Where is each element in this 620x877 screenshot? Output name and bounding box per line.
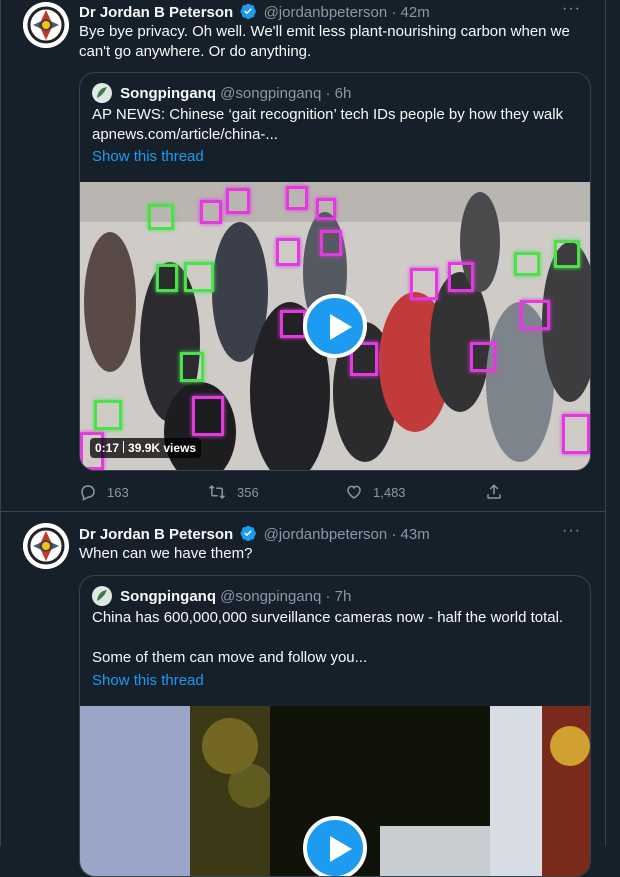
more-icon[interactable]: ··· (562, 0, 581, 18)
avatar[interactable] (23, 523, 69, 569)
face-detection-box (226, 188, 250, 214)
play-icon (330, 836, 352, 862)
avatar-image (23, 523, 69, 569)
face-detection-box (192, 396, 224, 436)
face-detection-box (148, 204, 174, 230)
author-handle[interactable]: @jordanbpeterson (264, 526, 388, 543)
retweet-count: 356 (237, 484, 259, 500)
face-detection-box (562, 414, 590, 454)
author-handle[interactable]: @jordanbpeterson (264, 4, 388, 21)
quoted-avatar (92, 83, 112, 103)
author-name[interactable]: Dr Jordan B Peterson (79, 526, 233, 543)
play-icon (330, 314, 352, 340)
retweet-icon (208, 484, 226, 500)
quoted-avatar (92, 586, 112, 606)
quoted-tweet-text: AP NEWS: Chinese ‘gait recognition’ tech… (92, 106, 564, 143)
face-detection-box (514, 252, 540, 276)
like-icon (347, 485, 361, 499)
share-button[interactable] (485, 483, 503, 501)
quoted-tweet-text: China has 600,000,000 surveillance camer… (92, 608, 578, 668)
quoted-author-name[interactable]: Songpinganq (120, 85, 216, 102)
like-count: 1,483 (373, 484, 406, 500)
quoted-text-line: China has 600,000,000 surveillance camer… (92, 609, 564, 626)
face-detection-box (410, 268, 438, 300)
video-stats-badge: 0:17 39.9K views (90, 438, 202, 458)
tweet[interactable]: Dr Jordan B Peterson @jordanbpeterson · … (1, 0, 605, 512)
avatar-image (23, 2, 69, 48)
video-views: 39.9K views (128, 441, 197, 455)
video-player[interactable] (80, 706, 590, 876)
video-duration: 0:17 (95, 441, 120, 455)
reply-count: 163 (107, 484, 129, 500)
quoted-tweet-header: Songpinganq @songpinganq · 6h (92, 83, 351, 104)
author-name[interactable]: Dr Jordan B Peterson (79, 4, 233, 21)
face-detection-box (520, 300, 550, 330)
face-detection-box (554, 240, 580, 268)
video-player[interactable]: 0:17 39.9K views (80, 182, 590, 470)
avatar[interactable] (23, 2, 69, 48)
face-detection-box (180, 352, 204, 382)
reply-button[interactable]: 163 (79, 483, 129, 501)
face-detection-box (184, 262, 214, 292)
quoted-tweet-time[interactable]: · 6h (325, 85, 351, 102)
timeline: Dr Jordan B Peterson @jordanbpeterson · … (0, 0, 606, 877)
quoted-author-name[interactable]: Songpinganq (120, 588, 216, 605)
share-icon (487, 484, 501, 499)
reply-icon (81, 485, 95, 501)
quoted-tweet-header: Songpinganq @songpinganq · 7h (92, 586, 351, 607)
play-button[interactable] (303, 294, 367, 358)
face-detection-box (276, 238, 300, 266)
face-detection-box (156, 264, 178, 292)
like-button[interactable]: 1,483 (345, 483, 406, 501)
face-detection-box (470, 342, 496, 372)
quoted-author-handle[interactable]: @songpinganq (220, 85, 321, 102)
tweet-actions: 163 356 1,483 (79, 483, 519, 503)
tweet-time[interactable]: · 42m (391, 4, 429, 21)
more-icon[interactable]: ··· (562, 522, 581, 540)
face-detection-box (320, 230, 342, 256)
quoted-author-handle[interactable]: @songpinganq (220, 588, 321, 605)
show-thread-link[interactable]: Show this thread (92, 671, 204, 691)
show-thread-link[interactable]: Show this thread (92, 147, 204, 167)
face-detection-box (316, 198, 336, 220)
face-detection-box (448, 262, 474, 292)
tweet[interactable]: Dr Jordan B Peterson @jordanbpeterson · … (1, 512, 605, 877)
retweet-button[interactable]: 356 (207, 483, 259, 501)
quoted-text-line: Some of them can move and follow you... (92, 649, 368, 666)
play-button[interactable] (303, 816, 367, 876)
face-detection-box (200, 200, 222, 224)
tweet-text: When can we have them? (79, 545, 253, 562)
tweet-time[interactable]: · 43m (391, 526, 429, 543)
face-detection-box (94, 400, 122, 430)
quoted-tweet-time[interactable]: · 7h (325, 588, 351, 605)
face-detection-box (286, 186, 308, 210)
tweet-text: Bye bye privacy. Oh well. We'll emit les… (79, 23, 570, 60)
quoted-tweet[interactable]: Songpinganq @songpinganq · 7h China has … (79, 575, 591, 877)
quoted-tweet[interactable]: Songpinganq @songpinganq · 6h AP NEWS: C… (79, 72, 591, 471)
